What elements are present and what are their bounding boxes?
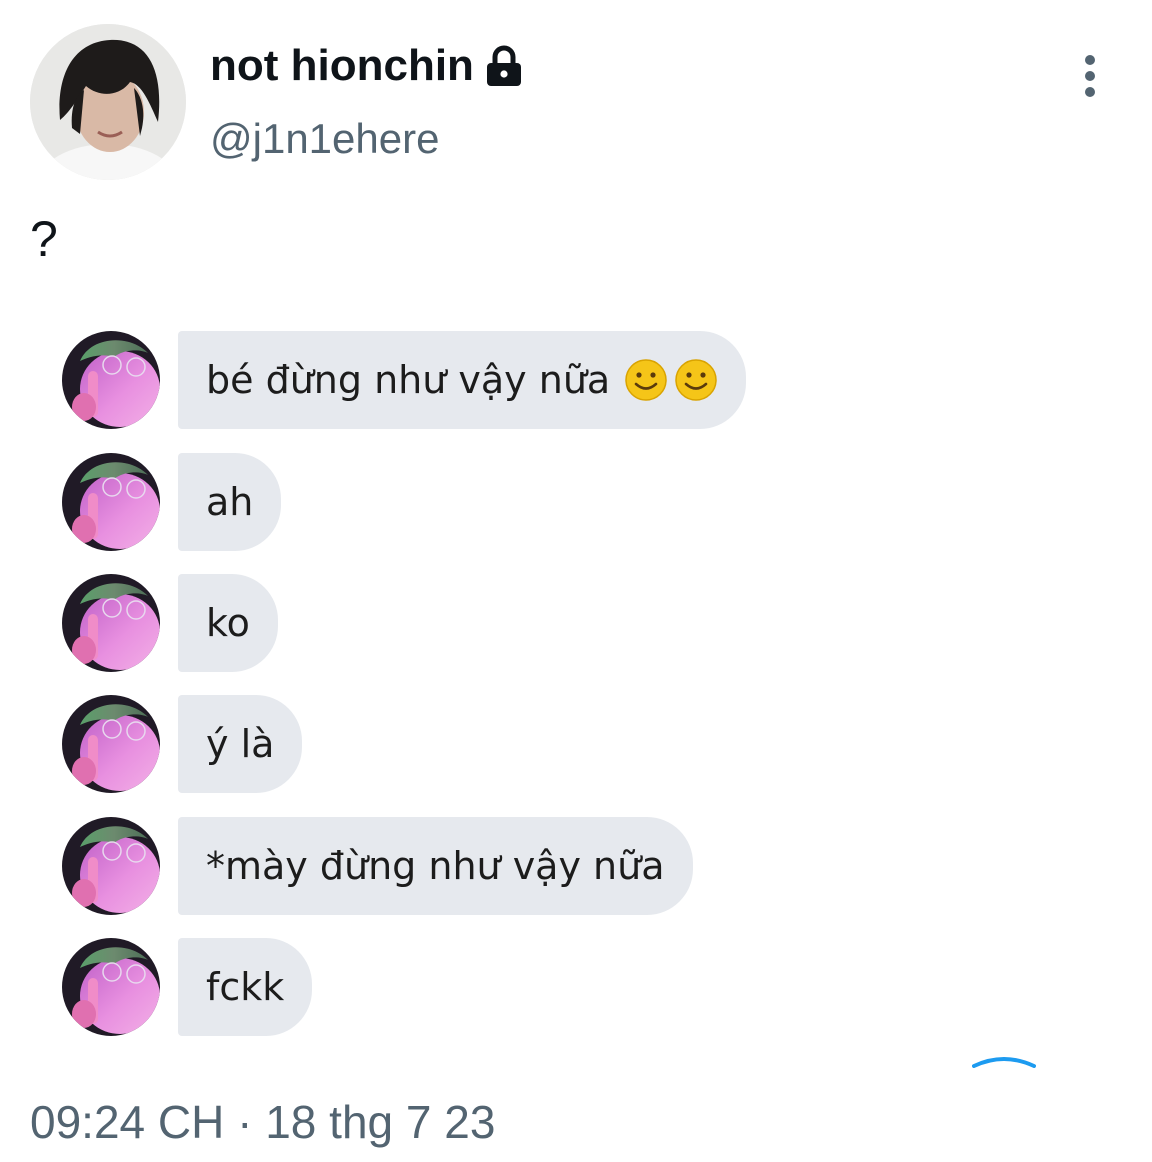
lock-icon xyxy=(484,44,524,88)
message-text: fckk xyxy=(206,965,285,1009)
message-text: *mày đừng như vậy nữa xyxy=(206,844,665,888)
chat-message: bé đừng như vậy nữa xyxy=(62,330,747,430)
sender-avatar xyxy=(62,817,160,915)
message-bubble: bé đừng như vậy nữa xyxy=(178,331,747,429)
tweet-timestamp[interactable]: 09:24 CH · 18 thg 7 23 xyxy=(30,1094,495,1150)
message-bubble: fckk xyxy=(178,938,313,1036)
display-name[interactable]: not hionchin xyxy=(210,38,524,94)
tweet-text: ? xyxy=(30,211,58,267)
message-bubble: *mày đừng như vậy nữa xyxy=(178,817,693,915)
message-text: bé đừng như vậy nữa xyxy=(206,358,611,402)
message-bubble: ko xyxy=(178,574,278,672)
chat-message: ko xyxy=(62,573,278,673)
chat-message: ý là xyxy=(62,694,303,794)
message-text: ah xyxy=(206,480,254,524)
user-handle[interactable]: @j1n1ehere xyxy=(210,112,439,166)
sender-avatar xyxy=(62,453,160,551)
chat-message: fckk xyxy=(62,937,313,1037)
sender-avatar xyxy=(62,938,160,1036)
slightly-smiling-face-icon xyxy=(674,358,718,402)
slightly-smiling-face-icon xyxy=(624,358,668,402)
sender-avatar xyxy=(62,695,160,793)
message-text: ý là xyxy=(206,722,275,766)
sender-avatar xyxy=(62,331,160,429)
more-options-button[interactable] xyxy=(1070,50,1110,102)
scroll-indicator xyxy=(972,1057,1036,1068)
profile-avatar[interactable] xyxy=(30,24,186,180)
chat-message: *mày đừng như vậy nữa xyxy=(62,816,693,916)
sender-avatar xyxy=(62,574,160,672)
more-vertical-icon xyxy=(1085,55,1095,97)
message-bubble: ý là xyxy=(178,695,303,793)
chat-message: ah xyxy=(62,452,282,552)
message-text: ko xyxy=(206,601,250,645)
display-name-text: not hionchin xyxy=(210,41,474,90)
message-bubble: ah xyxy=(178,453,282,551)
